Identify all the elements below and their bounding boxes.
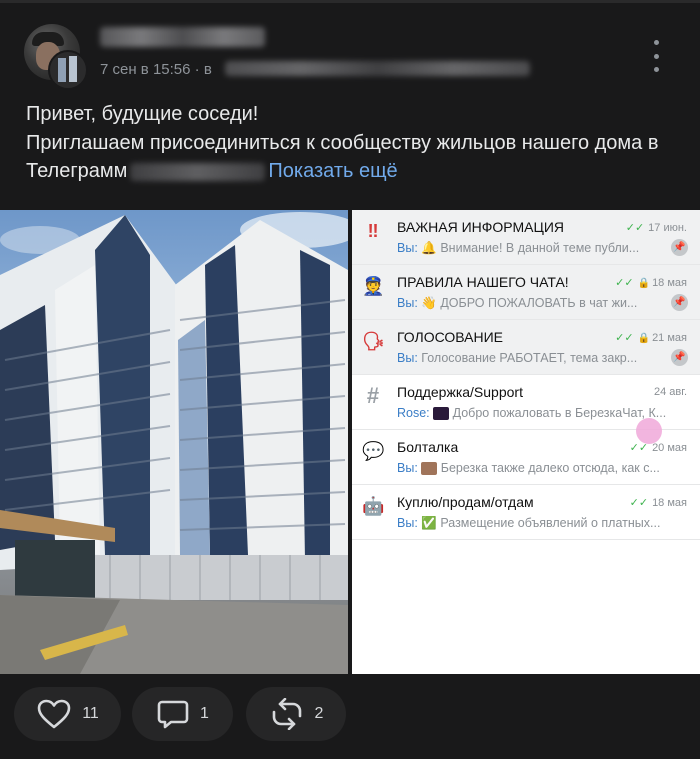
chat-date-text: 18 мая <box>652 277 687 289</box>
heart-icon <box>37 699 71 729</box>
chat-preview-text: Размещение объявлений о платных... <box>440 516 661 530</box>
police-officer-icon: 👮 <box>362 276 385 296</box>
post-text-redacted <box>130 162 266 181</box>
image-thumbnail-icon: ▬ <box>421 462 438 476</box>
read-checks-icon: ✓✓ <box>615 332 634 344</box>
chat-sender: Вы: <box>397 516 418 530</box>
post-text-line-2: Приглашаем присоединиться к сообществу ж… <box>26 131 659 154</box>
post-text-line-1: Привет, будущие соседи! <box>26 103 259 125</box>
chat-title: ПРАВИЛА НАШЕГО ЧАТА! <box>397 274 569 290</box>
chat-title: Поддержка/Support <box>397 384 523 400</box>
chat-sender: Вы: <box>397 241 418 255</box>
chat-sender: Вы: <box>397 461 418 475</box>
post-text-line-3: Телеграмм Показать ещё <box>26 157 686 186</box>
chat-date: ✓✓ 🔒 18 мая <box>615 276 687 289</box>
post-via: · в <box>194 61 212 78</box>
waving-hand-emoji-icon: 👋 <box>421 296 437 310</box>
bell-emoji-icon: 🔔 <box>421 241 437 255</box>
post-text: Привет, будущие соседи! Приглашаем присо… <box>26 100 686 186</box>
chat-date: ✓✓ 🔒 21 мая <box>615 331 687 344</box>
chat-row-important[interactable]: ‼ ВАЖНАЯ ИНФОРМАЦИЯ ✓✓ 17 июн. Вы: 🔔 Вним… <box>352 210 700 265</box>
chat-preview: Вы: 🔔 Внимание! В данной теме публи... <box>397 241 667 256</box>
chat-row-rules[interactable]: 👮 ПРАВИЛА НАШЕГО ЧАТА! ✓✓ 🔒 18 мая Вы: 👋 Д… <box>352 265 700 320</box>
chat-title: ГОЛОСОВАНИЕ <box>397 329 504 345</box>
read-checks-icon: ✓✓ <box>629 497 649 509</box>
chat-row-voting[interactable]: 🗣 ГОЛОСОВАНИЕ ✓✓ 🔒 21 мая Вы: Голосование … <box>352 320 700 375</box>
chat-preview: Rose: ▪ Добро пожаловать в БерезкаЧат, К… <box>397 406 667 421</box>
comment-button[interactable]: 1 <box>132 687 233 741</box>
chat-date: ✓✓ 20 мая <box>630 441 687 454</box>
author-name-redacted <box>100 27 265 47</box>
repost-button[interactable]: 2 <box>246 687 346 741</box>
chat-preview: Вы: Голосование РАБОТАЕТ, тема закр... <box>397 351 667 365</box>
chat-date-text: 17 июн. <box>648 222 687 234</box>
like-count: 11 <box>82 705 99 722</box>
read-checks-icon: ✓✓ <box>625 222 645 234</box>
repost-count: 2 <box>314 705 324 722</box>
chat-title: Болталка <box>397 439 459 455</box>
hash-icon: # <box>366 383 380 408</box>
building-photo[interactable] <box>0 210 348 674</box>
dot <box>653 53 659 59</box>
more-options-icon[interactable] <box>648 40 664 72</box>
chat-preview: Вы: 👋 ДОБРО ПОЖАЛОВАТЬ в чат жи... <box>397 296 667 311</box>
post-meta: 7 сен в 15:56 · в <box>100 61 212 78</box>
building-illustration <box>0 212 348 674</box>
chat-sender: Вы: <box>397 351 418 365</box>
touch-indicator <box>636 418 662 444</box>
telegram-chat-list: ‼ ВАЖНАЯ ИНФОРМАЦИЯ ✓✓ 17 июн. Вы: 🔔 Вним… <box>352 210 700 674</box>
chat-preview: Вы: ✅ Размещение объявлений о платных... <box>397 516 667 531</box>
repost-icon <box>272 698 301 730</box>
chat-date: ✓✓ 17 июн. <box>626 221 687 234</box>
chat-title: ВАЖНАЯ ИНФОРМАЦИЯ <box>397 219 565 235</box>
robot-icon: 🤖 <box>362 496 385 516</box>
speech-bubble-icon: 💬 <box>362 441 385 461</box>
double-exclamation-icon: ‼ <box>367 221 379 241</box>
image-thumbnail-icon: ▪ <box>433 407 450 421</box>
check-mark-emoji-icon: ✅ <box>421 516 437 530</box>
badge-building-2 <box>69 56 77 82</box>
dot <box>653 40 659 45</box>
chat-row-marketplace[interactable]: 🤖 Куплю/продам/отдам ✓✓ 18 мая Вы: ✅ Разм… <box>352 485 700 540</box>
post-timestamp[interactable]: 7 сен в 15:56 <box>100 61 190 78</box>
chat-date: 24 авг. <box>654 386 687 398</box>
comment-icon <box>157 700 189 729</box>
chat-preview: Вы: ▬ Березка также далеко отсюда, как с… <box>397 461 667 476</box>
comment-count: 1 <box>200 705 209 722</box>
top-divider <box>0 0 700 3</box>
pin-icon: 📌 <box>671 349 688 366</box>
chat-date-text: 21 мая <box>652 332 687 344</box>
read-checks-icon: ✓✓ <box>615 277 634 289</box>
show-more-link[interactable]: Показать ещё <box>268 160 397 182</box>
chat-preview-text: Внимание! В данной теме публи... <box>440 241 640 255</box>
chat-preview-text: Голосование РАБОТАЕТ, тема закр... <box>421 351 638 365</box>
chat-title: Куплю/продам/отдам <box>397 494 534 510</box>
dot <box>653 67 659 72</box>
post-text-line-3-start: Телеграмм <box>26 160 128 182</box>
chat-date-text: 20 мая <box>652 442 687 454</box>
community-badge-avatar[interactable] <box>48 50 88 90</box>
post-source-redacted <box>225 61 530 76</box>
speaking-head-icon: 🗣 <box>362 331 385 351</box>
pin-icon: 📌 <box>671 239 688 256</box>
chat-date-text: 18 мая <box>652 497 687 509</box>
read-checks-icon: ✓✓ <box>629 442 649 454</box>
pin-icon: 📌 <box>671 294 688 311</box>
chat-sender: Вы: <box>397 296 418 310</box>
chat-preview-text: Добро пожаловать в БерезкаЧат, К... <box>452 406 667 420</box>
chat-date: ✓✓ 18 мая <box>630 496 687 509</box>
lock-icon: 🔒 <box>637 278 651 289</box>
chat-sender: Rose: <box>397 406 430 420</box>
like-button[interactable]: 11 <box>14 687 121 741</box>
chat-preview-text: ДОБРО ПОЖАЛОВАТЬ в чат жи... <box>440 296 638 310</box>
badge-building-1 <box>58 58 66 82</box>
chat-preview-text: Березка также далеко отсюда, как с... <box>440 461 660 475</box>
chat-date-text: 24 авг. <box>654 386 687 398</box>
lock-icon: 🔒 <box>637 333 651 344</box>
